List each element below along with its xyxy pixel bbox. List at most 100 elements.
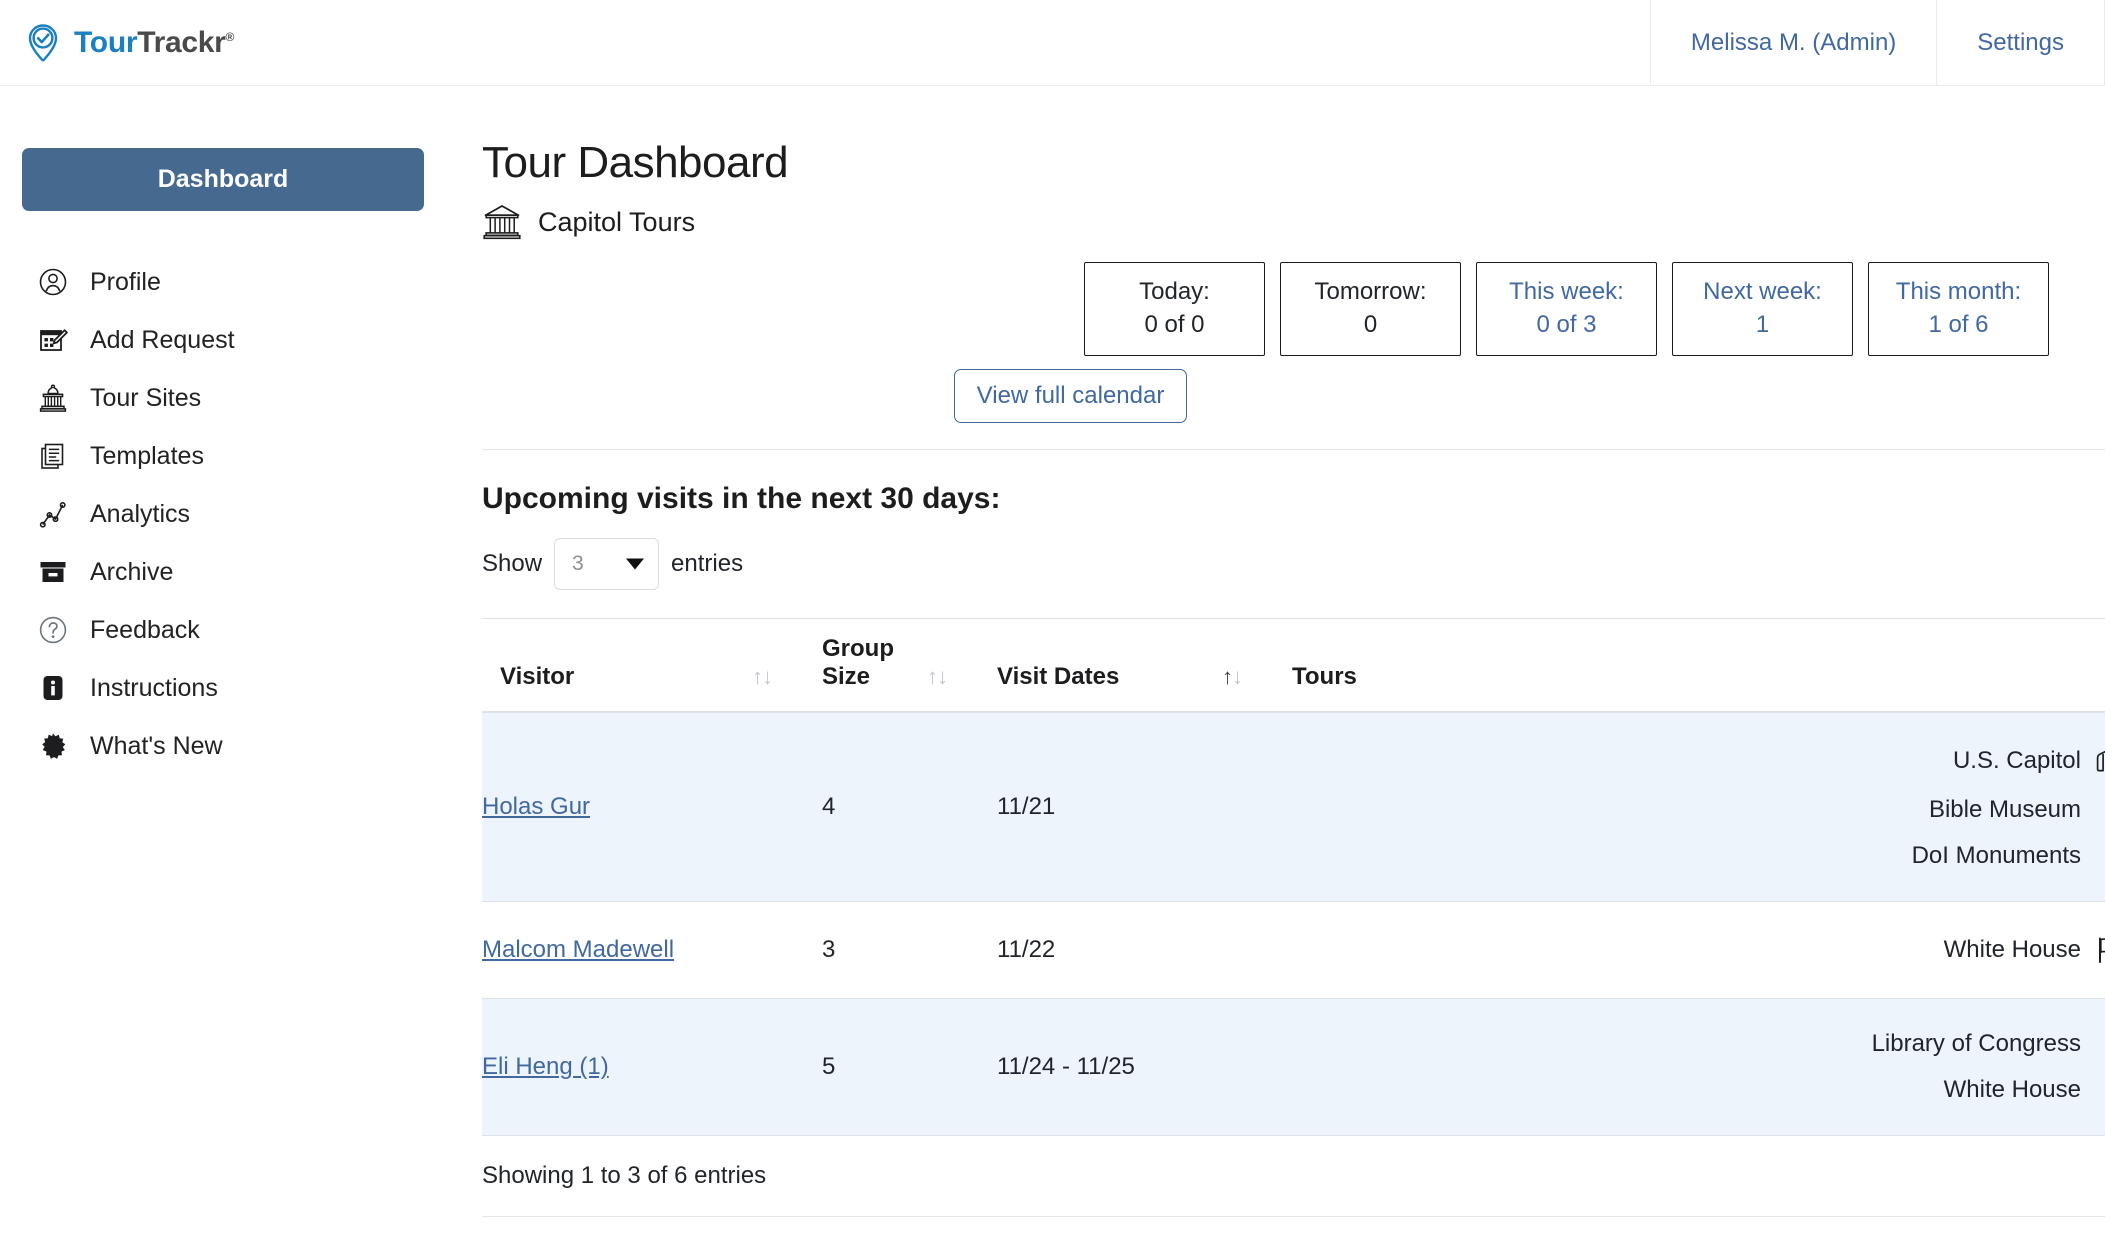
brand-name: TourTrackr® <box>74 26 234 60</box>
counter-value: 0 <box>1363 311 1378 339</box>
spacer-cell <box>927 712 997 903</box>
brand-logo[interactable]: TourTrackr® <box>22 22 234 64</box>
column-header-tours[interactable]: Tours <box>1292 618 2105 714</box>
sidebar-item-tour-sites[interactable]: Tour Sites <box>0 369 460 427</box>
group-size-cell: 3 <box>822 901 927 1000</box>
column-header-visit-dates[interactable]: Visit Dates <box>997 618 1222 714</box>
question-circle-icon <box>38 615 68 645</box>
spacer-cell <box>752 712 822 903</box>
settings-link[interactable]: Settings <box>1937 29 2104 57</box>
sort-arrows-icon: ↑↓ <box>927 664 948 690</box>
sort-toggle-visit-dates[interactable]: ↑↓ <box>1222 618 1292 714</box>
sidebar-item-label: Tour Sites <box>90 383 202 412</box>
brand-trademark: ® <box>225 29 235 44</box>
info-filled-icon <box>38 673 68 703</box>
counter-label: Today: <box>1139 278 1210 305</box>
counter-value: 0 of 3 <box>1536 311 1597 339</box>
table-footer-info: Showing 1 to 3 of 6 entries <box>482 1162 767 1190</box>
documents-icon <box>38 441 68 471</box>
tour-name: Bible Museum <box>1928 796 2081 824</box>
spacer-cell <box>752 998 822 1137</box>
sidebar-item-feedback[interactable]: Feedback <box>0 601 460 659</box>
sidebar-item-dashboard[interactable]: Dashboard <box>22 148 424 211</box>
sidebar-nav-list: Profile Add Request Tour Sites Templates… <box>0 253 460 775</box>
starburst-icon <box>38 731 68 761</box>
sidebar: Dashboard Profile Add Request Tour Sites… <box>0 86 460 775</box>
sidebar-item-analytics[interactable]: Analytics <box>0 485 460 543</box>
sidebar-item-label: Analytics <box>90 499 191 528</box>
table-row[interactable]: Eli Heng (1) 5 11/24 - 11/25 Library of … <box>482 998 2105 1137</box>
tours-cell: White House <box>1292 901 2105 1000</box>
counter-this-week[interactable]: This week: 0 of 3 <box>1476 262 1657 357</box>
view-full-calendar-button[interactable]: View full calendar <box>953 369 1188 424</box>
sidebar-item-instructions[interactable]: Instructions <box>0 659 460 717</box>
sidebar-item-label: What's New <box>90 731 223 760</box>
spacer-cell <box>927 901 997 1000</box>
counter-value: 1 of 6 <box>1928 311 1989 339</box>
sidebar-item-whats-new[interactable]: What's New <box>0 717 460 775</box>
tour-name: White House <box>1943 1076 2081 1104</box>
counter-label: Tomorrow: <box>1314 278 1427 305</box>
visit-dates-cell: 11/21 <box>997 712 1222 903</box>
counters-section: Today: 0 of 0 Tomorrow: 0 This week: 0 o… <box>482 262 2105 424</box>
footer-divider <box>482 1216 2105 1218</box>
brand-name-part2: Trackr <box>137 25 226 59</box>
archive-box-icon <box>38 557 68 587</box>
classical-building-icon <box>482 202 522 242</box>
organization-name: Capitol Tours <box>538 206 696 237</box>
upcoming-visits-heading: Upcoming visits in the next 30 days: <box>482 482 1001 516</box>
sort-toggle-group-size[interactable]: ↑↓ <box>927 618 997 714</box>
user-account-link[interactable]: Melissa M. (Admin) <box>1651 29 1936 57</box>
sidebar-item-archive[interactable]: Archive <box>0 543 460 601</box>
tour-name: U.S. Capitol <box>1952 747 2081 775</box>
organization-row: Capitol Tours <box>482 202 2105 242</box>
spacer-cell <box>752 901 822 1000</box>
table-row[interactable]: Malcom Madewell 3 11/22 White House <box>482 901 2105 1000</box>
visit-dates-cell: 11/22 <box>997 901 1222 1000</box>
sidebar-item-label: Instructions <box>90 673 218 702</box>
visitor-cell: Holas Gur <box>482 712 752 903</box>
counter-label: This week: <box>1509 278 1624 305</box>
tour-item: U.S. Capitol <box>1292 735 2105 787</box>
map-pin-check-icon <box>22 22 64 64</box>
column-header-visitor[interactable]: Visitor <box>482 618 752 714</box>
table-row[interactable]: Holas Gur 4 11/21 U.S. Capitol Bible Mus… <box>482 712 2105 903</box>
entries-per-page-select[interactable]: 3 <box>554 538 660 591</box>
top-navigation: Melissa M. (Admin) Settings <box>1649 0 2105 86</box>
section-divider <box>482 449 2105 451</box>
tour-item: DoI Monuments <box>1292 833 2105 879</box>
sort-arrows-icon: ↑↓ <box>1222 664 1243 690</box>
sidebar-item-templates[interactable]: Templates <box>0 427 460 485</box>
counter-next-week[interactable]: Next week: 1 <box>1672 262 1853 357</box>
sidebar-item-label: Profile <box>90 267 161 296</box>
visitor-link[interactable]: Holas Gur <box>482 793 590 820</box>
sidebar-item-label: Feedback <box>90 615 200 644</box>
tours-cell: Library of Congress White House <box>1292 998 2105 1137</box>
spacer-cell <box>927 998 997 1137</box>
table-header: Visitor ↑↓ Group Size ↑↓ Visit Dates ↑↓ <box>482 618 2105 714</box>
visitor-cell: Malcom Madewell <box>482 901 752 1000</box>
visitor-link[interactable]: Malcom Madewell <box>482 936 674 963</box>
visitor-link[interactable]: Eli Heng (1) <box>482 1053 609 1080</box>
spacer-cell <box>1222 712 1292 903</box>
tour-item: Bible Museum <box>1292 787 2105 833</box>
visitor-cell: Eli Heng (1) <box>482 998 752 1137</box>
brand-name-part1: Tour <box>74 25 138 59</box>
tour-item: White House <box>1292 1067 2105 1113</box>
capitol-building-icon <box>38 383 68 413</box>
counter-label: Next week: <box>1703 278 1822 305</box>
calendar-edit-icon <box>38 325 68 355</box>
counter-this-month[interactable]: This month: 1 of 6 <box>1868 262 2049 357</box>
sort-toggle-visitor[interactable]: ↑↓ <box>752 618 822 714</box>
tour-name: White House <box>1943 936 2081 964</box>
column-header-group-size[interactable]: Group Size <box>822 618 927 714</box>
column-header-group-size-line1: Group <box>822 635 894 663</box>
main-content: Tour Dashboard Capitol Tours Today: 0 of… <box>460 86 2105 1218</box>
counter-value: 0 of 0 <box>1144 311 1205 339</box>
visit-dates-cell: 11/24 - 11/25 <box>997 998 1222 1137</box>
table-header-row: Visitor ↑↓ Group Size ↑↓ Visit Dates ↑↓ <box>482 618 2105 714</box>
sidebar-item-add-request[interactable]: Add Request <box>0 311 460 369</box>
sidebar-item-profile[interactable]: Profile <box>0 253 460 311</box>
spacer-cell <box>1222 998 1292 1137</box>
counter-value: 1 <box>1755 311 1770 339</box>
